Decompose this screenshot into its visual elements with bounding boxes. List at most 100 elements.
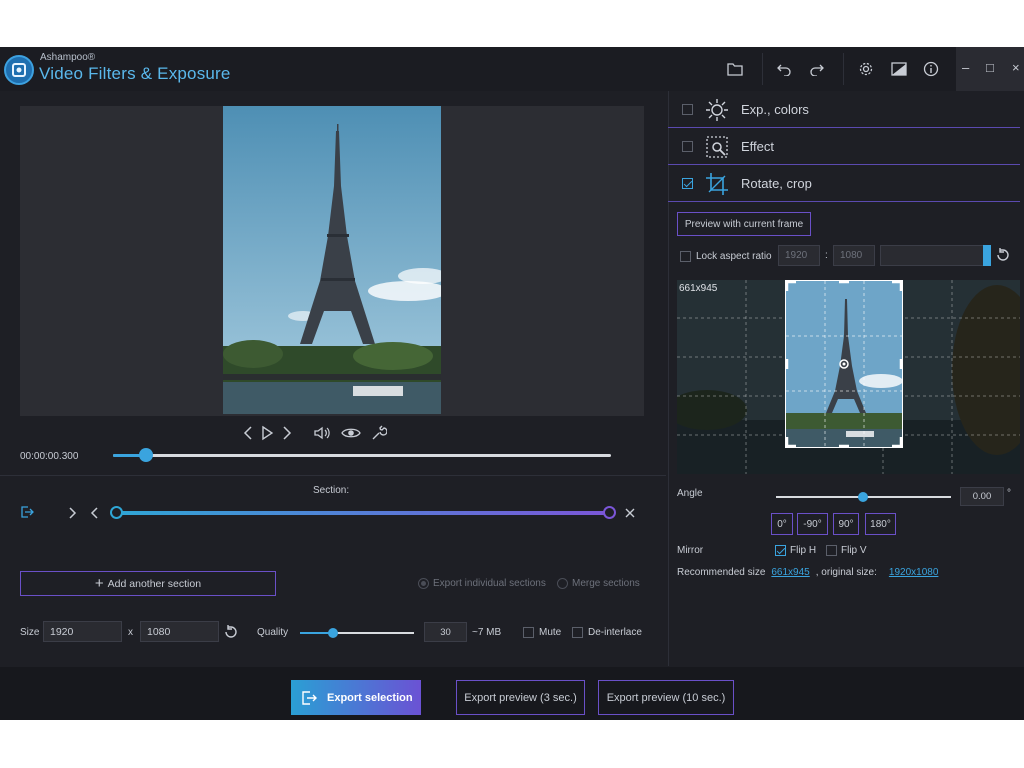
folder-icon[interactable] <box>724 58 746 80</box>
merge-sections-option[interactable]: Merge sections <box>557 578 640 589</box>
recommended-label: Recommended size <box>677 567 766 578</box>
flip-v-label: Flip V <box>841 545 867 556</box>
app-logo-icon <box>4 55 34 85</box>
remove-section-icon[interactable] <box>624 507 636 519</box>
original-label: , original size: <box>815 567 877 578</box>
section-start-handle[interactable] <box>110 506 123 519</box>
export-selection-button[interactable]: Export selection <box>291 680 421 715</box>
crop-icon <box>705 172 731 196</box>
original-size-link[interactable]: 1920x1080 <box>889 567 939 578</box>
flip-v-checkbox[interactable]: Flip V <box>826 545 867 556</box>
section-exp-colors[interactable]: Exp., colors <box>668 92 1020 128</box>
height-input[interactable]: 1080 <box>140 621 219 642</box>
section-exp-colors-label: Exp., colors <box>741 102 809 117</box>
deinterlace-label: De-interlace <box>588 627 642 638</box>
export-icon <box>301 690 317 706</box>
previous-frame-icon[interactable] <box>240 423 256 443</box>
title-bar: Ashampoo® Video Filters & Exposure – □ × <box>0 47 1024 91</box>
close-button[interactable]: × <box>1012 60 1020 75</box>
checkbox-icon[interactable] <box>682 141 693 152</box>
deinterlace-checkbox[interactable]: De-interlace <box>572 627 642 638</box>
mute-checkbox[interactable]: Mute <box>523 627 561 638</box>
app-title: Video Filters & Exposure <box>39 64 231 83</box>
flip-h-label: Flip H <box>790 545 817 556</box>
radio-icon <box>557 578 568 589</box>
quality-label: Quality <box>257 627 289 638</box>
checkbox-icon <box>680 251 691 262</box>
section-end-handle[interactable] <box>603 506 616 519</box>
radio-icon <box>418 578 429 589</box>
brand-name: Ashampoo® <box>40 52 96 63</box>
aspect-preset-dropdown[interactable] <box>880 245 991 266</box>
volume-icon[interactable] <box>313 423 331 443</box>
toolbar-divider <box>843 53 844 85</box>
redo-icon[interactable] <box>806 58 828 80</box>
timecode: 00:00:00.300 <box>20 451 79 462</box>
section-effect[interactable]: Effect <box>668 129 1020 165</box>
aspect-separator: : <box>825 250 828 261</box>
reset-size-icon[interactable] <box>223 624 239 640</box>
section-effect-label: Effect <box>741 139 775 154</box>
picture-icon[interactable] <box>888 58 910 80</box>
size-estimate: ~7 MB <box>472 627 502 638</box>
rotate-minus-90-button[interactable]: -90° <box>797 513 828 535</box>
lock-aspect-label: Lock aspect ratio <box>696 251 772 262</box>
eye-icon[interactable] <box>340 423 362 443</box>
rotate-180-button[interactable]: 180° <box>865 513 896 535</box>
checkbox-icon <box>826 545 837 556</box>
window-controls: – □ × <box>956 47 1024 91</box>
mirror-label: Mirror <box>677 545 704 556</box>
exit-section-icon[interactable] <box>20 505 34 519</box>
undo-icon[interactable] <box>773 58 795 80</box>
sun-icon <box>705 98 731 122</box>
angle-slider-handle[interactable] <box>858 492 868 502</box>
seek-bar[interactable] <box>113 454 611 457</box>
export-preview-10-button[interactable]: Export preview (10 sec.) <box>598 680 734 715</box>
minimize-button[interactable]: – <box>962 60 969 75</box>
checkbox-icon <box>572 627 583 638</box>
reset-crop-icon[interactable] <box>995 247 1011 263</box>
crop-size-label: 661x945 <box>679 283 718 294</box>
quality-value-input[interactable]: 30 <box>424 622 467 642</box>
rotate-90-button[interactable]: 90° <box>833 513 859 535</box>
angle-value-input[interactable]: 0.00 <box>960 487 1004 506</box>
info-icon[interactable] <box>920 58 942 80</box>
lock-aspect-checkbox[interactable]: Lock aspect ratio <box>680 251 772 262</box>
seek-handle[interactable] <box>139 448 153 462</box>
plus-icon: + <box>94 575 104 592</box>
preview-current-frame-button[interactable]: Preview with current frame <box>677 212 811 236</box>
dropdown-arrow-icon[interactable] <box>983 245 991 266</box>
export-individual-option[interactable]: Export individual sections <box>418 578 546 589</box>
maximize-button[interactable]: □ <box>986 60 994 75</box>
size-label: Size <box>20 627 40 638</box>
flip-h-checkbox[interactable]: Flip H <box>775 545 816 556</box>
chevron-left-icon[interactable] <box>89 506 99 520</box>
aspect-width-input[interactable]: 1920 <box>778 245 820 266</box>
aspect-height-input[interactable]: 1080 <box>833 245 875 266</box>
width-input[interactable]: 1920 <box>43 621 122 642</box>
section-rotate-crop[interactable]: Rotate, crop <box>668 166 1020 202</box>
divider <box>0 475 666 476</box>
section-range-bar[interactable] <box>116 511 610 515</box>
degree-symbol: ° <box>1007 488 1011 499</box>
effect-icon <box>705 135 731 159</box>
play-icon[interactable] <box>259 423 275 443</box>
chevron-right-icon[interactable] <box>68 506 78 520</box>
crop-selection-image <box>786 281 902 447</box>
gear-icon[interactable] <box>855 58 877 80</box>
checkbox-icon[interactable] <box>682 104 693 115</box>
section-rotate-crop-label: Rotate, crop <box>741 176 812 191</box>
recommended-size-link[interactable]: 661x945 <box>771 567 809 578</box>
export-preview-3-button[interactable]: Export preview (3 sec.) <box>456 680 585 715</box>
next-frame-icon[interactable] <box>279 423 295 443</box>
quality-slider-handle[interactable] <box>328 628 338 638</box>
crop-selection[interactable] <box>785 280 903 448</box>
wrench-icon[interactable] <box>370 423 388 443</box>
checkbox-icon <box>523 627 534 638</box>
add-section-button[interactable]: + Add another section <box>20 571 276 596</box>
checkbox-icon[interactable] <box>682 178 693 189</box>
angle-label: Angle <box>677 488 703 499</box>
export-selection-label: Export selection <box>327 691 413 704</box>
rotate-0-button[interactable]: 0° <box>771 513 793 535</box>
size-separator: x <box>128 627 133 638</box>
